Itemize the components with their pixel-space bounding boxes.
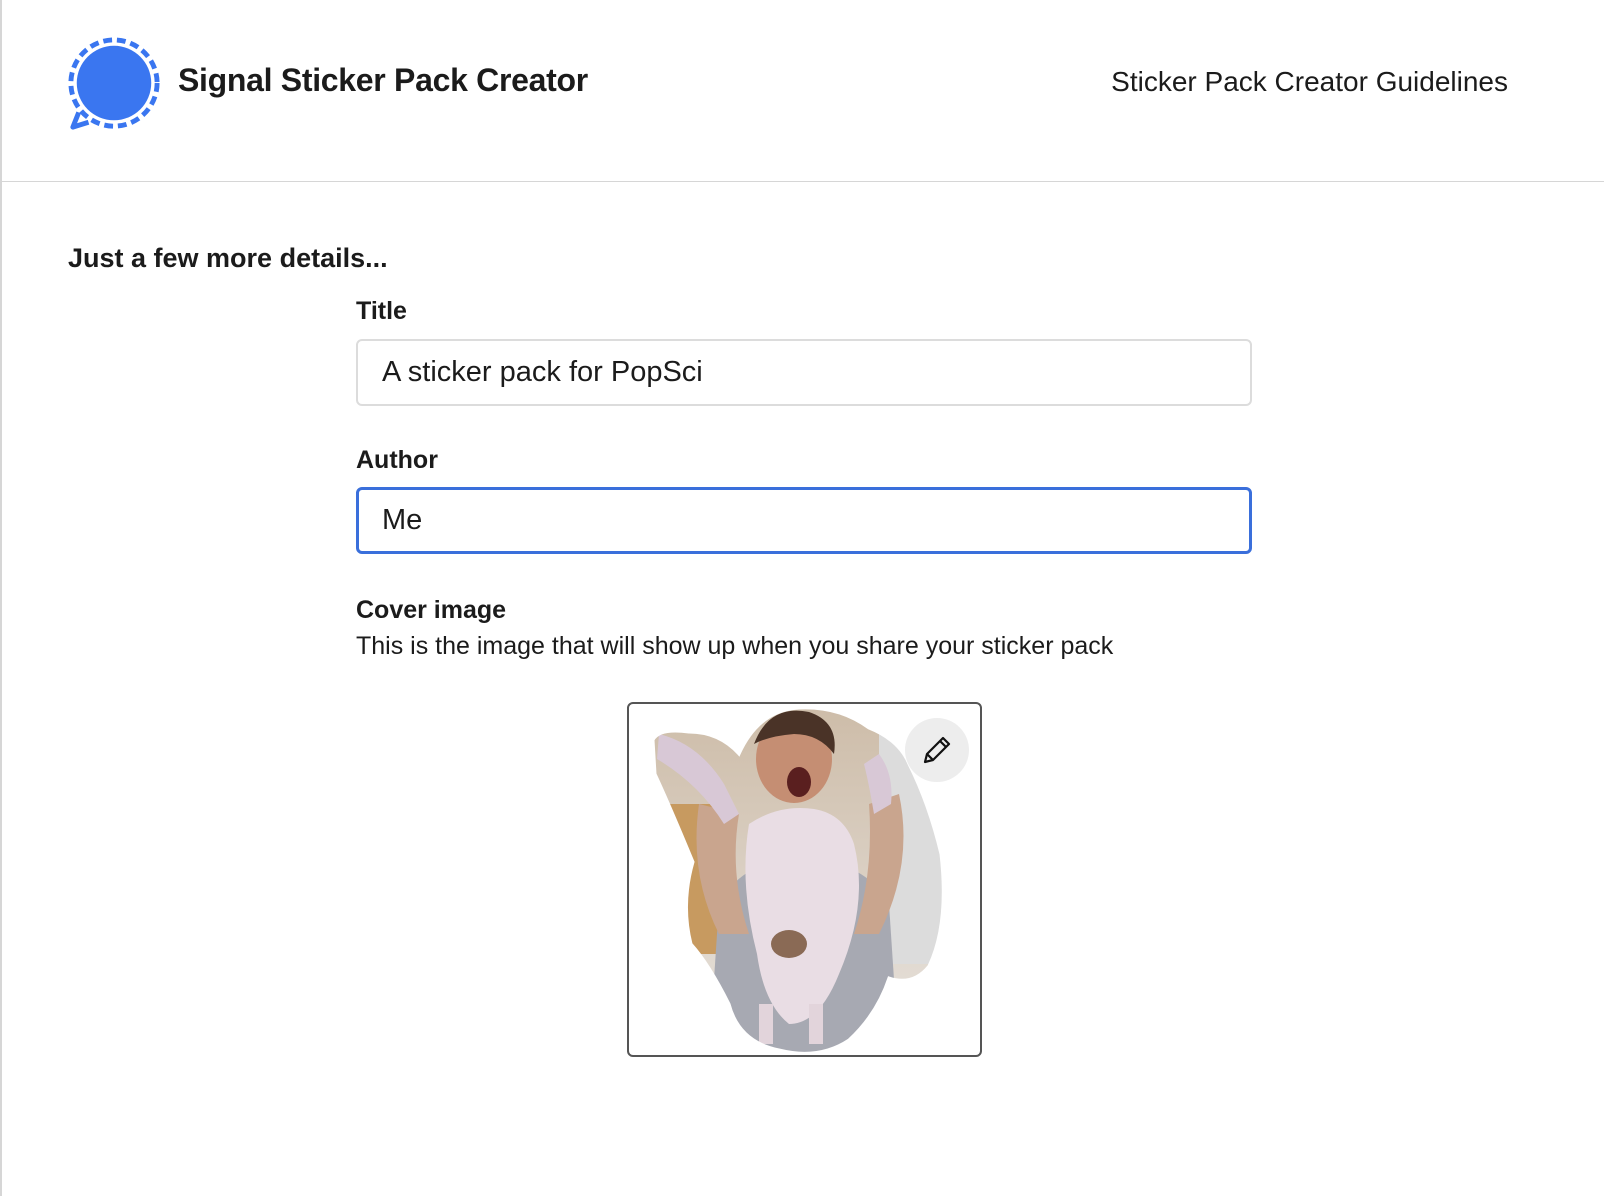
app-title: Signal Sticker Pack Creator	[178, 62, 588, 98]
cover-image-label: Cover image	[356, 596, 507, 624]
section-heading: Just a few more details...	[68, 243, 388, 273]
header: Signal Sticker Pack Creator Sticker Pack…	[2, 0, 1604, 182]
author-input[interactable]	[356, 487, 1252, 554]
cover-image-dropzone[interactable]	[627, 702, 982, 1057]
author-label: Author	[356, 446, 438, 474]
cover-image-description: This is the image that will show up when…	[356, 632, 1114, 660]
guidelines-link[interactable]: Sticker Pack Creator Guidelines	[1111, 66, 1508, 98]
title-input[interactable]	[356, 339, 1252, 406]
signal-logo-icon	[68, 37, 160, 130]
title-label: Title	[356, 297, 407, 325]
app-window: Signal Sticker Pack Creator Sticker Pack…	[0, 0, 1604, 1196]
pencil-icon	[923, 736, 951, 764]
edit-cover-button[interactable]	[905, 718, 969, 782]
